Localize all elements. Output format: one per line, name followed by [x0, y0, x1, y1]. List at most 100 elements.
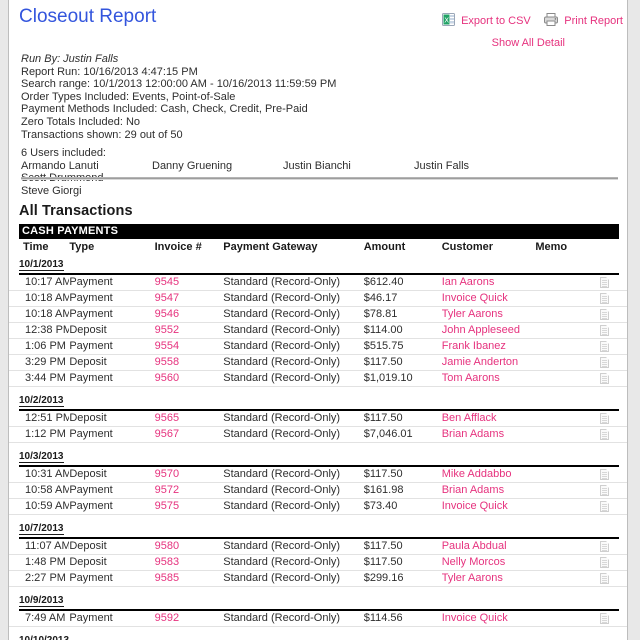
cell-invoice[interactable]: 9552 — [154, 322, 224, 339]
cell-invoice[interactable]: 9572 — [154, 482, 224, 499]
cell-customer[interactable]: Frank Ibanez — [441, 338, 536, 355]
cell-customer[interactable]: Ian Aarons — [441, 275, 536, 291]
document-icon[interactable] — [599, 556, 609, 568]
table-row[interactable]: 10:58 AM Payment 9572 Standard (Record-Only… — [9, 482, 627, 499]
cell-document[interactable] — [597, 554, 627, 571]
document-icon[interactable] — [599, 468, 609, 480]
cell-document[interactable] — [597, 498, 627, 515]
cell-customer[interactable]: Tyler Aarons — [441, 570, 536, 587]
cell-invoice[interactable]: 9546 — [154, 306, 224, 323]
cell-customer[interactable]: Mike Addabbo — [441, 467, 536, 483]
table-row[interactable]: 1:06 PM Payment 9554 Standard (Record-Only)… — [9, 338, 627, 355]
cell-document[interactable] — [597, 539, 627, 555]
document-icon[interactable] — [599, 572, 609, 584]
table-row[interactable]: 10:17 AM Payment 9545 Standard (Record-Only… — [9, 275, 627, 291]
zero-totals-text: Zero Totals Included: No — [21, 115, 141, 128]
table-row[interactable]: 1:48 PM Deposit 9583 Standard (Record-Only)… — [9, 554, 627, 571]
date-group-label: 10/2/2013 — [19, 395, 64, 407]
col-header-gateway[interactable]: Payment Gateway — [223, 239, 363, 256]
table-row[interactable]: 2:27 PM Payment 9585 Standard (Record-Only)… — [9, 570, 627, 587]
col-header-invoice[interactable]: Invoice # — [155, 239, 224, 256]
table-row[interactable]: 3:29 PM Deposit 9558 Standard (Record-Only)… — [9, 354, 627, 371]
document-icon[interactable] — [599, 484, 609, 496]
col-header-time[interactable]: Time — [9, 239, 69, 256]
search-range-text: Search range: 10/1/2013 12:00:00 AM - 10… — [21, 78, 337, 91]
document-icon[interactable] — [599, 428, 609, 440]
show-all-detail-link[interactable]: Show All Detail — [492, 37, 565, 49]
table-row[interactable]: 10:18 AM Payment 9546 Standard (Record-Only… — [9, 306, 627, 323]
cell-invoice[interactable]: 9545 — [154, 275, 224, 291]
table-row[interactable]: 12:51 PM Deposit 9565 Standard (Record-Only… — [9, 411, 627, 427]
cell-invoice[interactable]: 9592 — [154, 611, 224, 627]
cell-customer[interactable]: Tom Aarons — [441, 370, 536, 387]
cell-invoice[interactable]: 9585 — [154, 570, 224, 587]
table-row[interactable]: 10:18 AM Payment 9547 Standard (Record-Only… — [9, 290, 627, 307]
cell-memo — [535, 611, 598, 627]
document-icon[interactable] — [599, 292, 609, 304]
cell-memo — [535, 467, 598, 483]
cell-document[interactable] — [597, 306, 627, 323]
cell-customer[interactable]: Paula Abdual — [441, 539, 536, 555]
cell-memo — [535, 498, 598, 515]
cell-customer[interactable]: Invoice Quick — [441, 611, 536, 627]
col-header-customer[interactable]: Customer — [442, 239, 536, 256]
cell-invoice[interactable]: 9570 — [154, 467, 224, 483]
cell-document[interactable] — [597, 570, 627, 587]
col-header-memo[interactable]: Memo — [535, 239, 597, 256]
cell-document[interactable] — [597, 322, 627, 339]
cell-document[interactable] — [597, 370, 627, 387]
cell-document[interactable] — [597, 411, 627, 427]
col-header-amount[interactable]: Amount — [364, 239, 442, 256]
cell-customer[interactable]: Jamie Anderton — [441, 354, 536, 371]
print-report-button[interactable]: Print Report — [544, 12, 623, 29]
cell-customer[interactable]: Tyler Aarons — [441, 306, 536, 323]
cell-document[interactable] — [597, 611, 627, 627]
cell-invoice[interactable]: 9547 — [154, 290, 224, 307]
col-header-type[interactable]: Type — [69, 239, 154, 256]
table-row[interactable]: 1:12 PM Payment 9567 Standard (Record-Only)… — [9, 426, 627, 443]
export-to-csv-button[interactable]: X Export to CSV — [442, 12, 531, 29]
document-icon[interactable] — [599, 372, 609, 384]
cell-document[interactable] — [597, 275, 627, 291]
cell-memo — [535, 539, 598, 555]
cell-document[interactable] — [597, 338, 627, 355]
document-icon[interactable] — [599, 500, 609, 512]
cell-customer[interactable]: Brian Adams — [441, 426, 536, 443]
cell-invoice[interactable]: 9580 — [154, 539, 224, 555]
cell-type: Payment — [69, 426, 155, 443]
cell-document[interactable] — [597, 290, 627, 307]
table-row[interactable]: 12:38 PM Deposit 9552 Standard (Record-Only… — [9, 322, 627, 339]
cell-customer[interactable]: Invoice Quick — [441, 290, 536, 307]
cell-invoice[interactable]: 9558 — [154, 354, 224, 371]
cell-invoice[interactable]: 9565 — [154, 411, 224, 427]
cell-customer[interactable]: John Appleseed — [441, 322, 536, 339]
table-row[interactable]: 3:44 PM Payment 9560 Standard (Record-Only)… — [9, 370, 627, 387]
table-row[interactable]: 7:49 AM Payment 9592 Standard (Record-Only)… — [9, 611, 627, 627]
document-icon[interactable] — [599, 340, 609, 352]
cell-gateway: Standard (Record-Only) — [223, 539, 364, 555]
cell-document[interactable] — [597, 482, 627, 499]
document-icon[interactable] — [599, 308, 609, 320]
cell-invoice[interactable]: 9554 — [154, 338, 224, 355]
cell-document[interactable] — [597, 354, 627, 371]
document-icon[interactable] — [599, 276, 609, 288]
document-icon[interactable] — [599, 324, 609, 336]
cell-invoice[interactable]: 9583 — [154, 554, 224, 571]
document-icon[interactable] — [599, 540, 609, 552]
table-row[interactable]: 11:07 AM Deposit 9580 Standard (Record-Only… — [9, 539, 627, 555]
cell-invoice[interactable]: 9560 — [154, 370, 224, 387]
table-row[interactable]: 10:31 AM Deposit 9570 Standard (Record-Only… — [9, 467, 627, 483]
cell-customer[interactable]: Nelly Morcos — [441, 554, 536, 571]
cell-customer[interactable]: Brian Adams — [441, 482, 536, 499]
table-row[interactable]: 10:59 AM Payment 9575 Standard (Record-Only… — [9, 498, 627, 515]
cell-time: 1:12 PM — [9, 426, 70, 443]
document-icon[interactable] — [599, 412, 609, 424]
cell-document[interactable] — [597, 467, 627, 483]
cell-document[interactable] — [597, 426, 627, 443]
cell-customer[interactable]: Ben Afflack — [441, 411, 536, 427]
cell-customer[interactable]: Invoice Quick — [441, 498, 536, 515]
document-icon[interactable] — [599, 356, 609, 368]
document-icon[interactable] — [599, 612, 609, 624]
cell-invoice[interactable]: 9575 — [154, 498, 224, 515]
cell-invoice[interactable]: 9567 — [154, 426, 224, 443]
